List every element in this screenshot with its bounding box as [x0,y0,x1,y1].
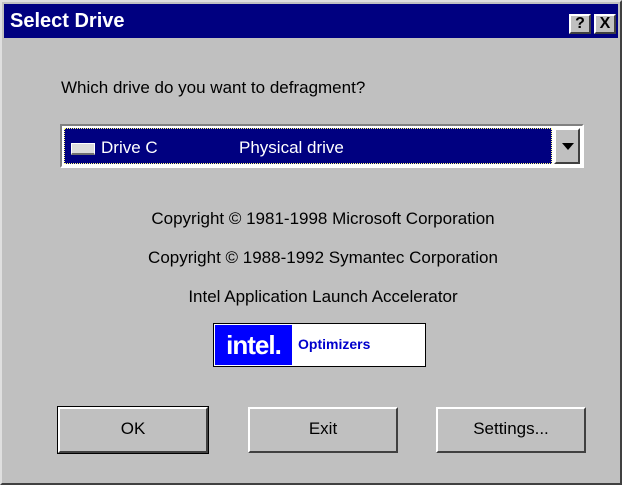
intel-accelerator-credit: Intel Application Launch Accelerator [188,287,458,306]
dropdown-arrow-button[interactable] [554,128,580,164]
select-drive-dialog: Select Drive ? X Which drive do you want… [0,0,622,485]
drive-name: Drive C [101,138,158,157]
symantec-copyright: Copyright © 1988-1992 Symantec Corporati… [148,248,498,267]
drive-prompt: Which drive do you want to defragment? [61,78,366,97]
optimizers-label: Optimizers [298,336,371,352]
ok-button[interactable]: OK [57,406,209,454]
settings-button[interactable]: Settings... [436,407,586,453]
selected-drive[interactable]: Drive C Physical drive [64,128,552,164]
intel-optimizers-logo: intel. Optimizers [213,323,426,367]
drive-dropdown[interactable]: Drive C Physical drive [60,124,584,168]
microsoft-copyright: Copyright © 1981-1998 Microsoft Corporat… [151,209,495,228]
close-button[interactable]: X [594,14,616,34]
drive-icon [71,143,95,155]
drive-type: Physical drive [239,138,344,157]
help-button[interactable]: ? [569,14,591,34]
window-title: Select Drive [10,10,125,32]
title-bar: Select Drive ? X [4,4,618,38]
intel-brand: intel. [215,325,292,365]
chevron-down-icon [562,143,574,150]
exit-button[interactable]: Exit [248,407,398,453]
